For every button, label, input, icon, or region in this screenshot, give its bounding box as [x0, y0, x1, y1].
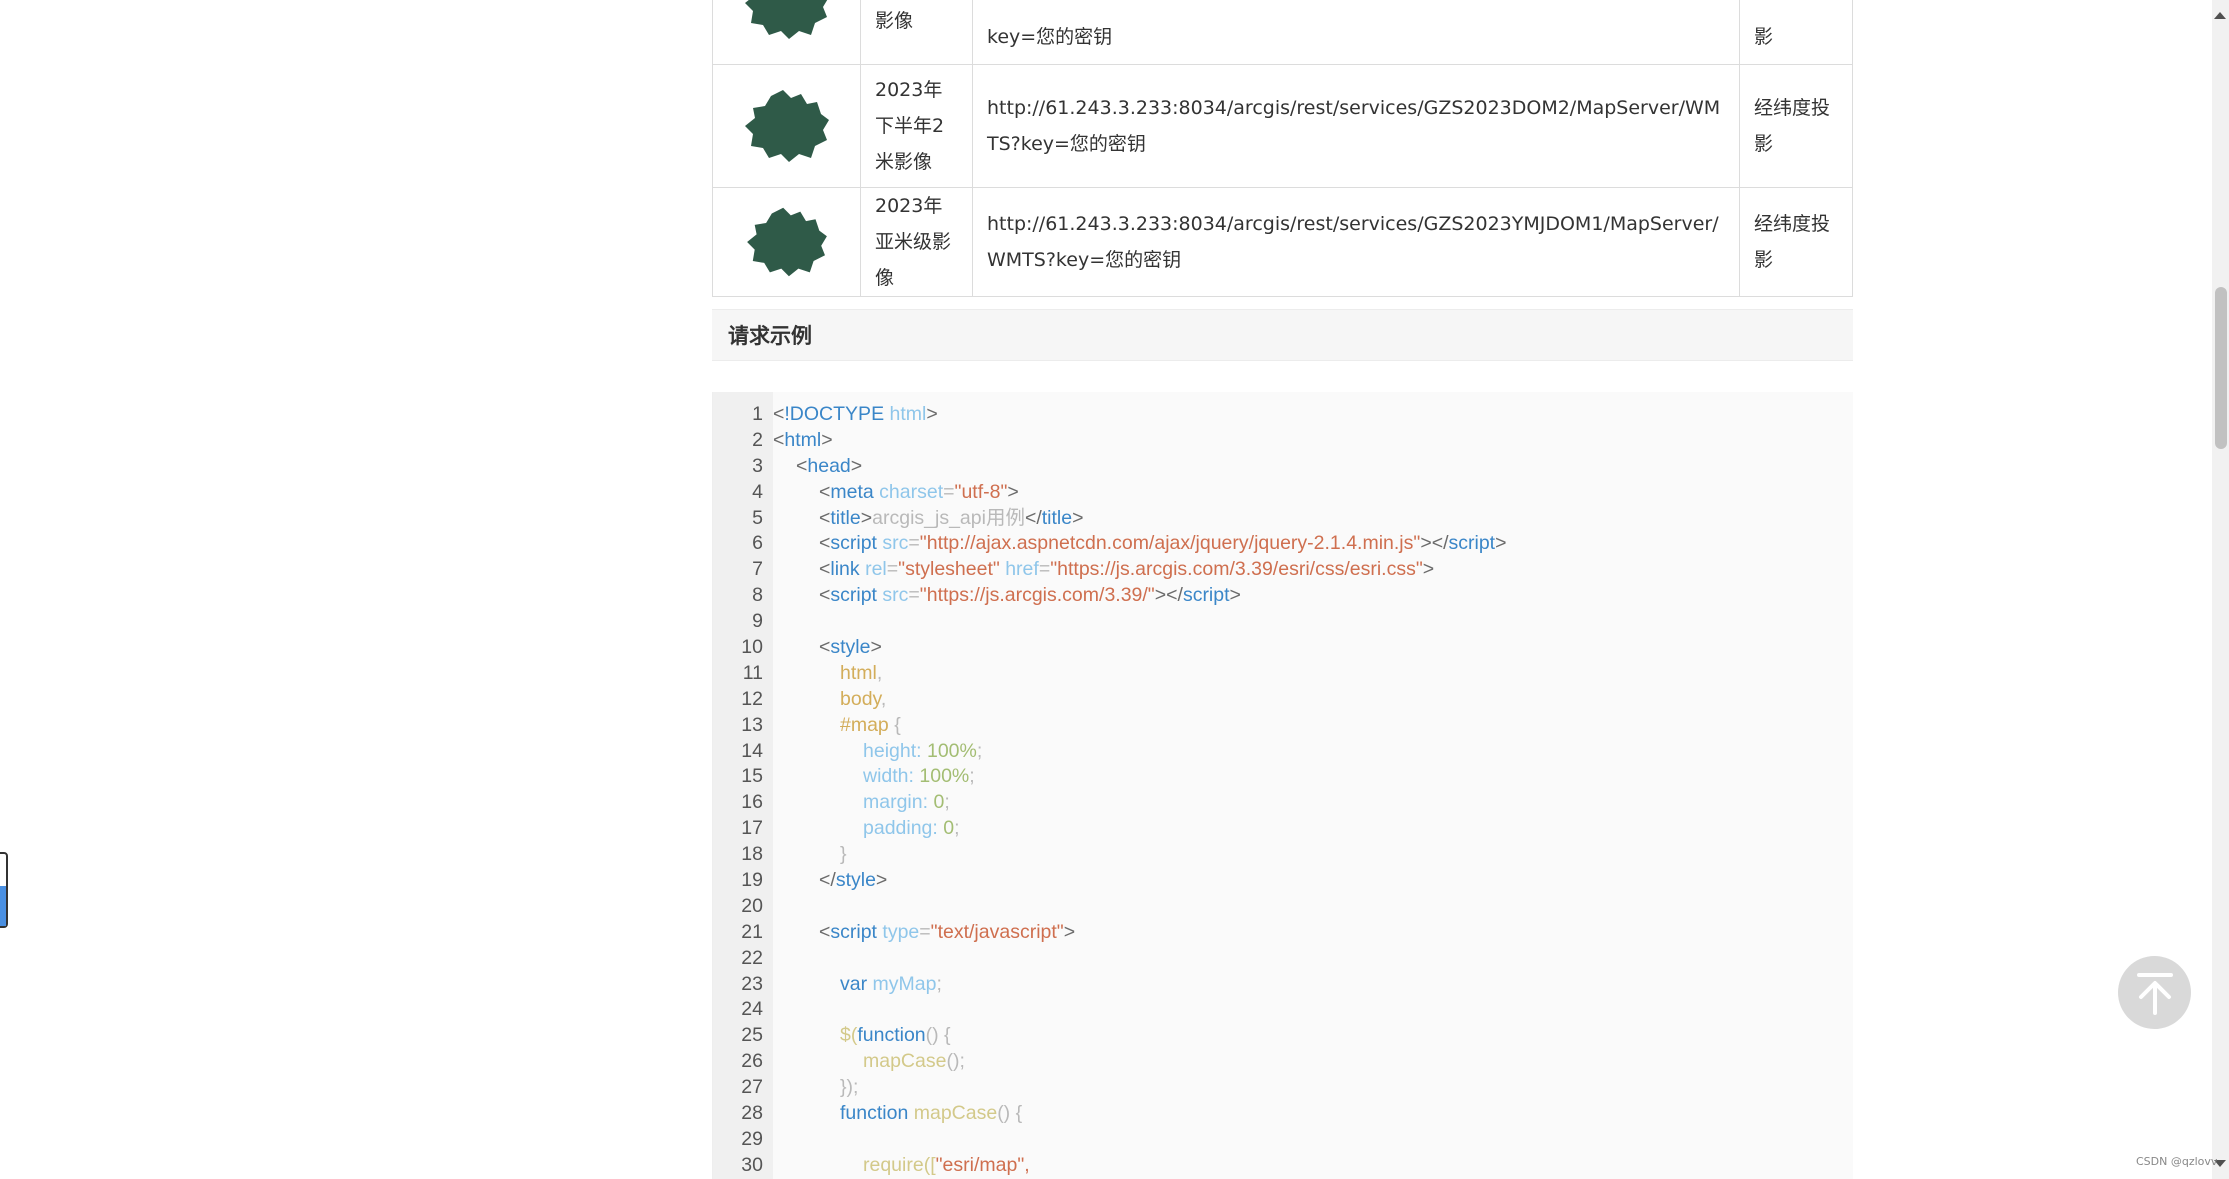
watermark: CSDN @qzlovv [2136, 1155, 2218, 1168]
layer-name: 2023年下半年2米影像 [860, 64, 973, 188]
line-number: 6 [752, 532, 763, 555]
line-number: 12 [741, 687, 763, 710]
line-number: 26 [741, 1050, 763, 1073]
code-line-12: body, [840, 687, 887, 710]
table-row: 半年2米影像 key=您的密钥 影 [712, 0, 1853, 65]
line-number: 13 [741, 713, 763, 736]
code-line-1: <!DOCTYPE html> [773, 403, 938, 425]
code-line-5: <title>arcgis_js_api用例</title> [819, 506, 1084, 529]
line-number: 7 [752, 558, 763, 581]
table-row: 2023年亚米级影像 http://61.243.3.233:8034/arcg… [712, 187, 1853, 297]
line-number: 10 [741, 636, 763, 659]
code-line-23: var myMap; [840, 972, 942, 995]
line-number: 22 [741, 946, 763, 969]
line-number: 19 [741, 869, 763, 892]
code-line-15: width: 100%; [863, 765, 975, 788]
thumbnail-cell [712, 64, 861, 188]
section-title: 请求示例 [712, 309, 1853, 361]
side-tab-fill [0, 886, 6, 926]
line-number: 11 [742, 661, 763, 684]
layer-url: http://61.243.3.233:8034/arcgis/rest/ser… [972, 187, 1740, 297]
code-line-6: <script src="http://ajax.aspnetcdn.com/a… [819, 532, 1507, 555]
code-line-19: </style> [819, 869, 888, 892]
code-block: 1 <!DOCTYPE html> 2 <html> 3 <head> 4 <meta … [712, 392, 1853, 1179]
line-number: 5 [752, 506, 763, 529]
code-line-11: html, [840, 661, 883, 684]
line-number: 29 [741, 1127, 763, 1150]
guizhou-map-thumbnail [744, 0, 827, 39]
code-line-3: <head> [796, 454, 863, 477]
code-line-13: #map { [840, 713, 901, 736]
line-number: 9 [752, 610, 763, 633]
arrow-up-to-line-icon [2136, 972, 2173, 1015]
layer-projection: 经纬度投影 [1739, 64, 1853, 188]
layer-url: http://61.243.3.233:8034/arcgis/rest/ser… [972, 64, 1740, 188]
layer-name: 半年2米影像 [860, 0, 973, 65]
layer-table: 半年2米影像 key=您的密钥 影 2023年下半年2米影像 http://61… [712, 0, 1853, 297]
vertical-scrollbar[interactable] [2212, 0, 2229, 1179]
line-number: 30 [741, 1153, 763, 1176]
line-number: 23 [741, 972, 763, 995]
code-line-28: function mapCase() { [840, 1102, 1023, 1125]
code-line-21: <script type="text/javascript"> [819, 920, 1076, 943]
line-number: 16 [741, 791, 763, 814]
thumbnail-cell [712, 187, 861, 297]
line-number: 21 [741, 920, 763, 943]
guizhou-map-thumbnail [744, 90, 829, 162]
line-number: 1 [752, 403, 763, 425]
line-number: 25 [741, 1024, 763, 1047]
triangle-up-icon[interactable] [2214, 12, 2226, 19]
code-line-10: <style> [819, 636, 882, 659]
guizhou-map-thumbnail [746, 207, 827, 277]
back-to-top-button[interactable] [2118, 956, 2191, 1029]
code-line-14: height: 100%; [863, 739, 983, 762]
table-row: 2023年下半年2米影像 http://61.243.3.233:8034/ar… [712, 64, 1853, 188]
code-line-30: require(["esri/map", [863, 1153, 1030, 1176]
line-number: 14 [741, 739, 763, 762]
line-number: 3 [752, 454, 763, 477]
line-number: 2 [752, 428, 763, 451]
line-number: 4 [752, 480, 763, 503]
thumbnail-cell [712, 0, 861, 65]
layer-projection: 影 [1739, 0, 1853, 65]
layer-name: 2023年亚米级影像 [860, 187, 973, 297]
code-line-27: }); [840, 1076, 859, 1099]
side-feedback-tab[interactable] [0, 852, 8, 928]
code-line-4: <meta charset="utf-8"> [819, 480, 1019, 503]
code-line-17: padding: 0; [863, 817, 960, 840]
code-line-25: $(function() { [840, 1024, 951, 1047]
line-number: 8 [752, 584, 763, 607]
code-line-18: } [840, 843, 847, 866]
code-line-7: <link rel="stylesheet" href="https://js.… [819, 558, 1435, 581]
code-line-26: mapCase(); [863, 1050, 965, 1073]
line-number: 15 [741, 765, 763, 788]
line-number: 17 [741, 817, 763, 840]
line-number: 24 [741, 998, 763, 1021]
code-line-2: <html> [773, 428, 833, 451]
line-number: 27 [741, 1076, 763, 1099]
line-number: 20 [741, 894, 763, 917]
code-line-16: margin: 0; [863, 791, 950, 814]
layer-url: key=您的密钥 [972, 0, 1740, 65]
line-number: 28 [741, 1102, 763, 1125]
line-number: 18 [741, 843, 763, 866]
code-line-8: <script src="https://js.arcgis.com/3.39/… [819, 584, 1241, 607]
scrollbar-thumb[interactable] [2215, 287, 2227, 449]
layer-projection: 经纬度投影 [1739, 187, 1853, 297]
